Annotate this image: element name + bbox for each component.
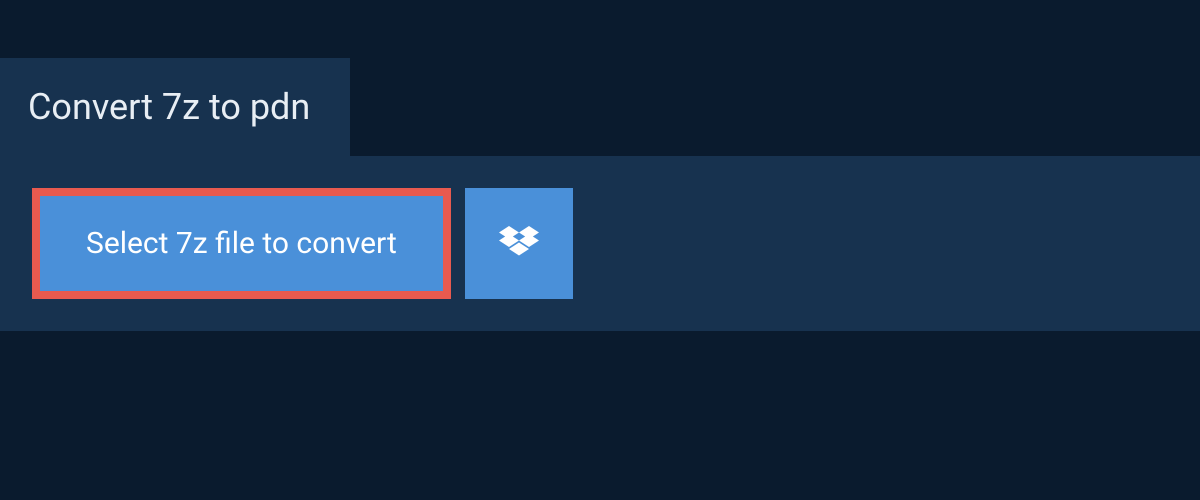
dropbox-button[interactable]: [465, 188, 573, 299]
page-title: Convert 7z to pdn: [28, 86, 310, 128]
select-file-button[interactable]: Select 7z file to convert: [32, 188, 451, 299]
button-row: Select 7z file to convert: [32, 188, 1168, 299]
select-file-label: Select 7z file to convert: [86, 226, 397, 261]
content-panel: Select 7z file to convert: [0, 156, 1200, 331]
tab-header: Convert 7z to pdn: [0, 58, 350, 156]
dropbox-icon: [499, 226, 539, 262]
